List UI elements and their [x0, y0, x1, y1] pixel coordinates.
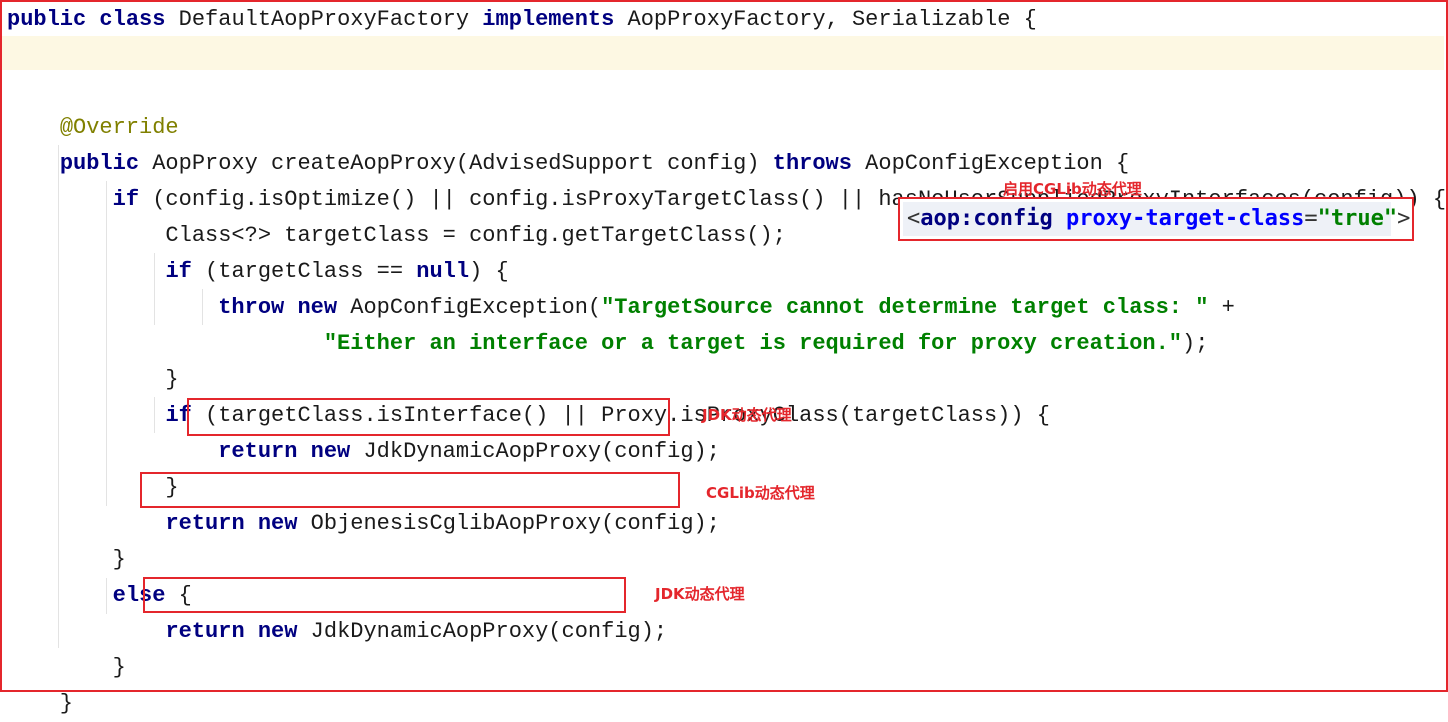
- note-jdk-proxy-1: JDK动态代理: [702, 406, 792, 424]
- code-token: JdkDynamicAopProxy(config);: [310, 619, 668, 644]
- note-jdk-proxy-2: JDK动态代理: [655, 585, 745, 603]
- code-token: );: [1182, 331, 1209, 356]
- code-line: "Either an interface or a target is requ…: [7, 326, 1446, 362]
- code-token: AopConfigException {: [865, 151, 1130, 176]
- code-token: "Either an interface or a target is requ…: [323, 331, 1182, 356]
- xml-equals: =: [1304, 206, 1318, 231]
- xml-tag-name: aop:config: [920, 206, 1053, 231]
- code-token: }: [7, 655, 126, 680]
- code-token: DefaultAopProxyFactory: [178, 7, 483, 32]
- code-line: public class DefaultAopProxyFactory impl…: [7, 2, 1446, 38]
- code-token: }: [7, 691, 74, 716]
- code-line: return new JdkDynamicAopProxy(config);: [7, 434, 1446, 470]
- code-token: @Override: [59, 115, 179, 140]
- code-line: @Override: [7, 110, 1446, 146]
- code-token: ) {: [469, 259, 509, 284]
- xml-open-bracket: <: [907, 206, 921, 231]
- code-line: throw new AopConfigException("TargetSour…: [7, 290, 1446, 326]
- code-token: return new: [218, 439, 364, 464]
- code-line: return new ObjenesisCglibAopProxy(config…: [7, 506, 1446, 542]
- code-line: }: [7, 686, 1446, 722]
- code-token: implements: [482, 7, 628, 32]
- code-token: public class: [7, 7, 179, 32]
- code-token: throw new: [218, 295, 351, 320]
- code-token: Class<?> targetClass = config.getTargetC…: [7, 223, 786, 248]
- note-enable-cglib: 启用CGLib动态代理: [1003, 180, 1142, 198]
- code-token: "TargetSource cannot determine target cl…: [601, 295, 1209, 320]
- xml-config-callout: <aop:config proxy-target-class="true">: [898, 197, 1414, 241]
- code-token: (targetClass ==: [205, 259, 417, 284]
- code-token: +: [1208, 295, 1235, 320]
- code-token: throws: [772, 151, 866, 176]
- code-token: if: [112, 187, 153, 212]
- code-token: if: [165, 259, 206, 284]
- code-line: public AopProxy createAopProxy(AdvisedSu…: [7, 146, 1446, 182]
- code-token: return new: [165, 511, 311, 536]
- note-cglib-proxy: CGLib动态代理: [706, 484, 815, 502]
- code-line: }: [7, 542, 1446, 578]
- highlight-box-cglib: [140, 472, 680, 508]
- xml-close-bracket: >: [1397, 206, 1411, 231]
- code-token: null: [416, 259, 470, 284]
- xml-attr-value: "true": [1317, 206, 1398, 231]
- code-line: return new JdkDynamicAopProxy(config);: [7, 614, 1446, 650]
- code-token: JdkDynamicAopProxy(config);: [363, 439, 720, 464]
- code-token: AopProxy createAopProxy(AdvisedSupport c…: [152, 151, 773, 176]
- code-token: }: [7, 367, 179, 392]
- code-token: }: [7, 547, 126, 572]
- xml-config-snippet: <aop:config proxy-target-class="true">: [903, 202, 1410, 236]
- code-line: if (targetClass == null) {: [7, 254, 1446, 290]
- code-line: }: [7, 362, 1446, 398]
- code-token: AopConfigException(: [350, 295, 602, 320]
- code-token: public: [59, 151, 153, 176]
- code-token: ObjenesisCglibAopProxy(config);: [310, 511, 720, 536]
- code-token: AopProxyFactory, Serializable {: [627, 7, 1037, 32]
- code-line: }: [7, 650, 1446, 686]
- highlight-box-jdk-1: [187, 398, 670, 436]
- code-editor[interactable]: public class DefaultAopProxyFactory impl…: [7, 2, 1446, 722]
- xml-attr-name: proxy-target-class: [1052, 206, 1305, 231]
- code-token: return new: [165, 619, 311, 644]
- highlight-box-jdk-2: [143, 577, 626, 613]
